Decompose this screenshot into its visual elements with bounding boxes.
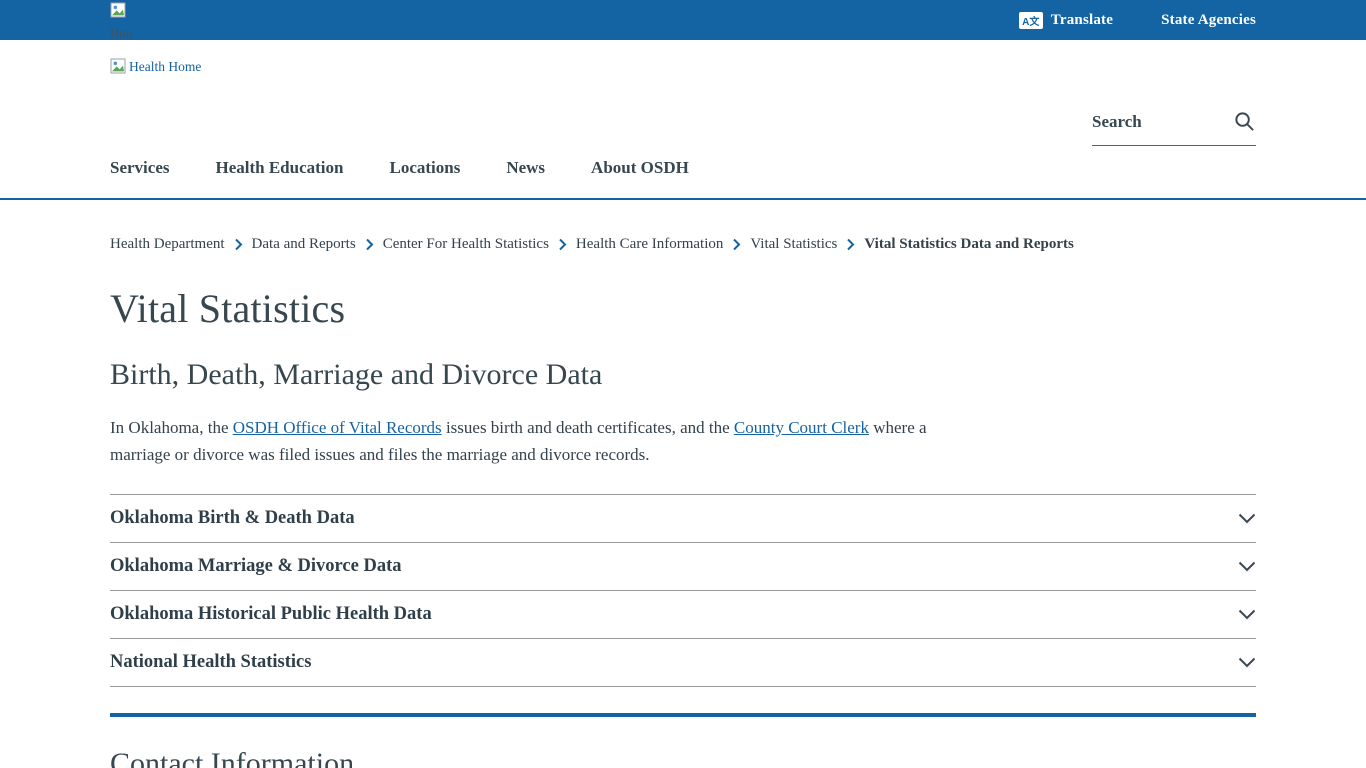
chevron-right-icon xyxy=(846,238,855,251)
breadcrumb-health-department[interactable]: Health Department xyxy=(110,236,225,253)
breadcrumb-current-page: Vital Statistics Data and Reports xyxy=(864,236,1073,253)
chevron-right-icon xyxy=(558,238,567,251)
broken-logo-top-alt: Hon xyxy=(110,25,230,41)
search-icon[interactable] xyxy=(1233,110,1256,133)
contact-information-heading: Contact Information xyxy=(110,747,1256,768)
accordion-birth-death-data[interactable]: Oklahoma Birth & Death Data xyxy=(110,494,1256,542)
page-title: Vital Statistics xyxy=(110,285,1256,332)
chevron-down-icon xyxy=(1238,513,1256,524)
translate-label: Translate xyxy=(1051,12,1113,29)
section-divider xyxy=(110,713,1256,717)
chevron-down-icon xyxy=(1238,657,1256,668)
vital-records-link[interactable]: OSDH Office of Vital Records xyxy=(233,418,442,437)
chevron-down-icon xyxy=(1238,561,1256,572)
nav-item-news[interactable]: News xyxy=(506,158,545,178)
accordion-list: Oklahoma Birth & Death Data Oklahoma Mar… xyxy=(110,494,1256,687)
chevron-right-icon xyxy=(732,238,741,251)
main-navigation: Services Health Education Locations News… xyxy=(110,158,689,178)
health-home-logo-link[interactable]: Health Home xyxy=(110,58,201,75)
chevron-right-icon xyxy=(234,238,243,251)
nav-item-about-osdh[interactable]: About OSDH xyxy=(591,158,689,178)
page-subtitle: Birth, Death, Marriage and Divorce Data xyxy=(110,358,1256,392)
accordion-marriage-divorce-data[interactable]: Oklahoma Marriage & Divorce Data xyxy=(110,542,1256,590)
accordion-label: Oklahoma Marriage & Divorce Data xyxy=(110,556,401,577)
nav-item-health-education[interactable]: Health Education xyxy=(215,158,343,178)
translate-button[interactable]: A文 Translate xyxy=(1019,12,1113,29)
county-court-clerk-link[interactable]: County Court Clerk xyxy=(734,418,869,437)
accordion-label: Oklahoma Birth & Death Data xyxy=(110,508,355,529)
breadcrumb-vital-statistics[interactable]: Vital Statistics xyxy=(750,236,837,253)
chevron-right-icon xyxy=(365,238,374,251)
chevron-down-icon xyxy=(1238,609,1256,620)
state-agencies-link[interactable]: State Agencies xyxy=(1161,12,1256,29)
breadcrumb-data-and-reports[interactable]: Data and Reports xyxy=(252,236,356,253)
site-header: Hon Health Home Search Services Health E… xyxy=(0,40,1366,200)
breadcrumb: Health Department Data and Reports Cente… xyxy=(110,236,1256,253)
state-agencies-label: State Agencies xyxy=(1161,12,1256,29)
broken-image-icon xyxy=(110,58,126,74)
broken-logo-top: Hon xyxy=(110,2,230,41)
main-content: Health Department Data and Reports Cente… xyxy=(0,236,1366,768)
intro-text-before: In Oklahoma, the xyxy=(110,418,233,437)
translate-icon: A文 xyxy=(1019,12,1043,29)
search-placeholder: Search xyxy=(1092,112,1142,132)
search-input[interactable]: Search xyxy=(1092,110,1256,146)
breadcrumb-health-care-information[interactable]: Health Care Information xyxy=(576,236,723,253)
health-home-alt-text: Health Home xyxy=(129,59,201,75)
accordion-label: Oklahoma Historical Public Health Data xyxy=(110,604,432,625)
intro-text-middle: issues birth and death certificates, and… xyxy=(442,418,734,437)
nav-item-locations[interactable]: Locations xyxy=(389,158,460,178)
accordion-label: National Health Statistics xyxy=(110,652,311,673)
accordion-national-health-statistics[interactable]: National Health Statistics xyxy=(110,638,1256,686)
broken-image-icon xyxy=(110,2,126,18)
intro-paragraph: In Oklahoma, the OSDH Office of Vital Re… xyxy=(110,414,940,468)
nav-item-services[interactable]: Services xyxy=(110,158,169,178)
accordion-historical-public-health-data[interactable]: Oklahoma Historical Public Health Data xyxy=(110,590,1256,638)
breadcrumb-center-for-health-statistics[interactable]: Center For Health Statistics xyxy=(383,236,549,253)
